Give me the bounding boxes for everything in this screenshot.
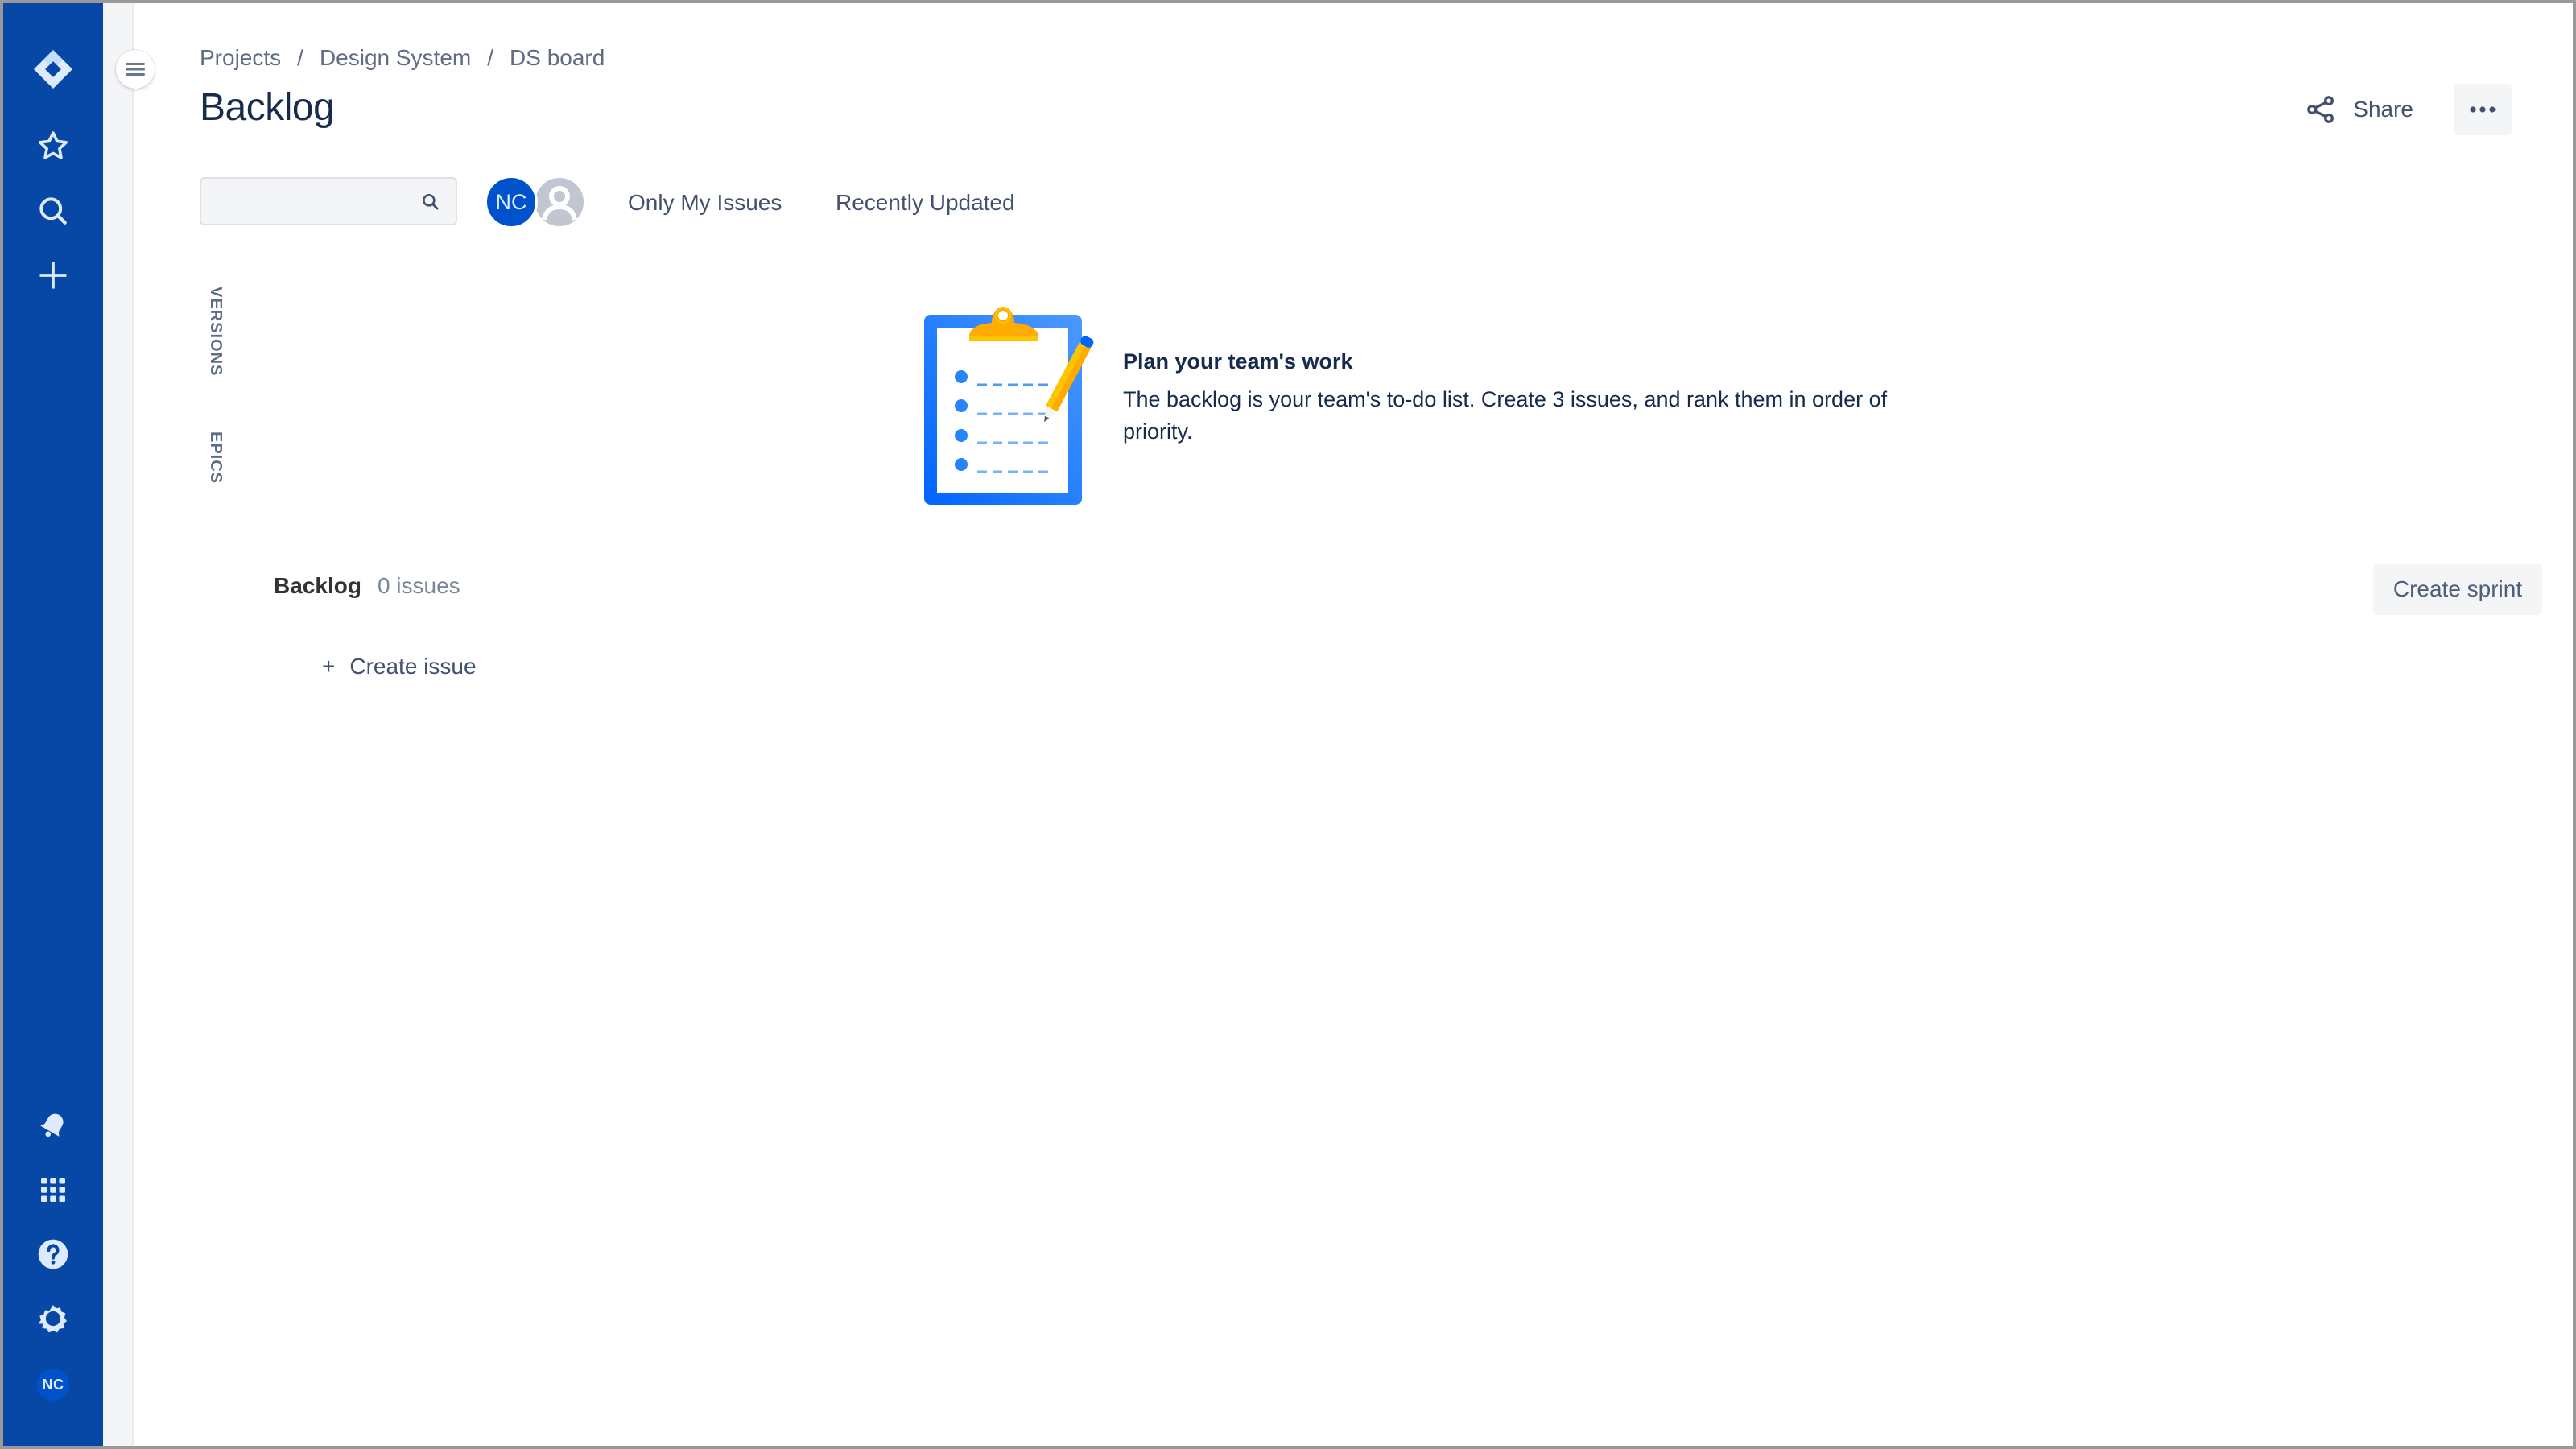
page-title: Backlog [200, 86, 335, 129]
notification-bell-icon [40, 1113, 64, 1137]
jira-logo-button[interactable] [27, 43, 79, 95]
create-sprint-button[interactable]: Create sprint [2373, 564, 2542, 615]
breadcrumb-ds-board[interactable]: DS board [510, 45, 605, 71]
app-switcher-button[interactable] [27, 1164, 79, 1216]
assignee-filter-avatar-unassigned[interactable] [533, 175, 586, 229]
collapsed-project-sidebar [103, 3, 134, 1446]
app-grid-icon [41, 1178, 65, 1202]
profile-avatar[interactable]: NC [37, 1368, 69, 1401]
versions-panel-tab[interactable]: VERSIONS [206, 287, 225, 376]
expand-sidebar-button[interactable] [116, 50, 155, 89]
notifications-button[interactable] [27, 1100, 79, 1151]
gear-icon [38, 1305, 67, 1333]
app-window: NC Projects / Design System / DS board B… [3, 3, 2573, 1446]
breadcrumb-separator: / [487, 45, 494, 70]
search-icon [39, 197, 67, 225]
global-navigation: NC [3, 3, 103, 1446]
empty-state-description: The backlog is your team's to-do list. C… [1123, 387, 1888, 444]
create-button[interactable] [27, 250, 79, 301]
backlog-section-header: Backlog 0 issues [274, 573, 460, 599]
default-user-icon [542, 186, 577, 221]
backlog-name: Backlog [274, 573, 361, 598]
empty-state-title: Plan your team's work [1123, 349, 1353, 374]
more-icon [2470, 106, 2496, 113]
settings-button[interactable] [27, 1293, 79, 1344]
share-button[interactable]: Share [2298, 84, 2433, 135]
share-label: Share [2353, 97, 2413, 122]
search-icon [423, 194, 439, 210]
search-input[interactable] [201, 179, 456, 224]
breadcrumb: Projects / Design System / DS board [200, 45, 605, 71]
starred-button[interactable] [27, 121, 79, 172]
help-icon [38, 1239, 68, 1269]
star-icon [39, 131, 68, 159]
epics-panel-tab[interactable]: EPICS [206, 431, 225, 484]
menu-icon [126, 63, 145, 76]
quick-filter-recently-updated[interactable]: Recently Updated [836, 185, 1015, 221]
clipboard-illustration-icon [924, 307, 1094, 505]
header-actions: Share [2298, 84, 2512, 135]
plus-icon: + [322, 654, 336, 679]
breadcrumb-design-system[interactable]: Design System [320, 45, 471, 71]
backlog-issue-count: 0 issues [377, 573, 460, 598]
assignee-filter-avatar-nc[interactable]: NC [485, 175, 538, 229]
search-button[interactable] [27, 185, 79, 237]
backlog-search [200, 177, 457, 225]
create-issue-button[interactable]: + Create issue [322, 649, 477, 684]
help-button[interactable] [27, 1228, 79, 1280]
create-issue-label: Create issue [349, 654, 477, 679]
more-actions-button[interactable] [2454, 84, 2512, 135]
quick-filter-only-my-issues[interactable]: Only My Issues [628, 185, 782, 221]
breadcrumb-separator: / [297, 45, 303, 70]
jira-logo-icon [34, 50, 72, 89]
share-icon [2307, 96, 2334, 123]
plus-icon [39, 262, 67, 289]
breadcrumb-projects[interactable]: Projects [200, 45, 281, 71]
